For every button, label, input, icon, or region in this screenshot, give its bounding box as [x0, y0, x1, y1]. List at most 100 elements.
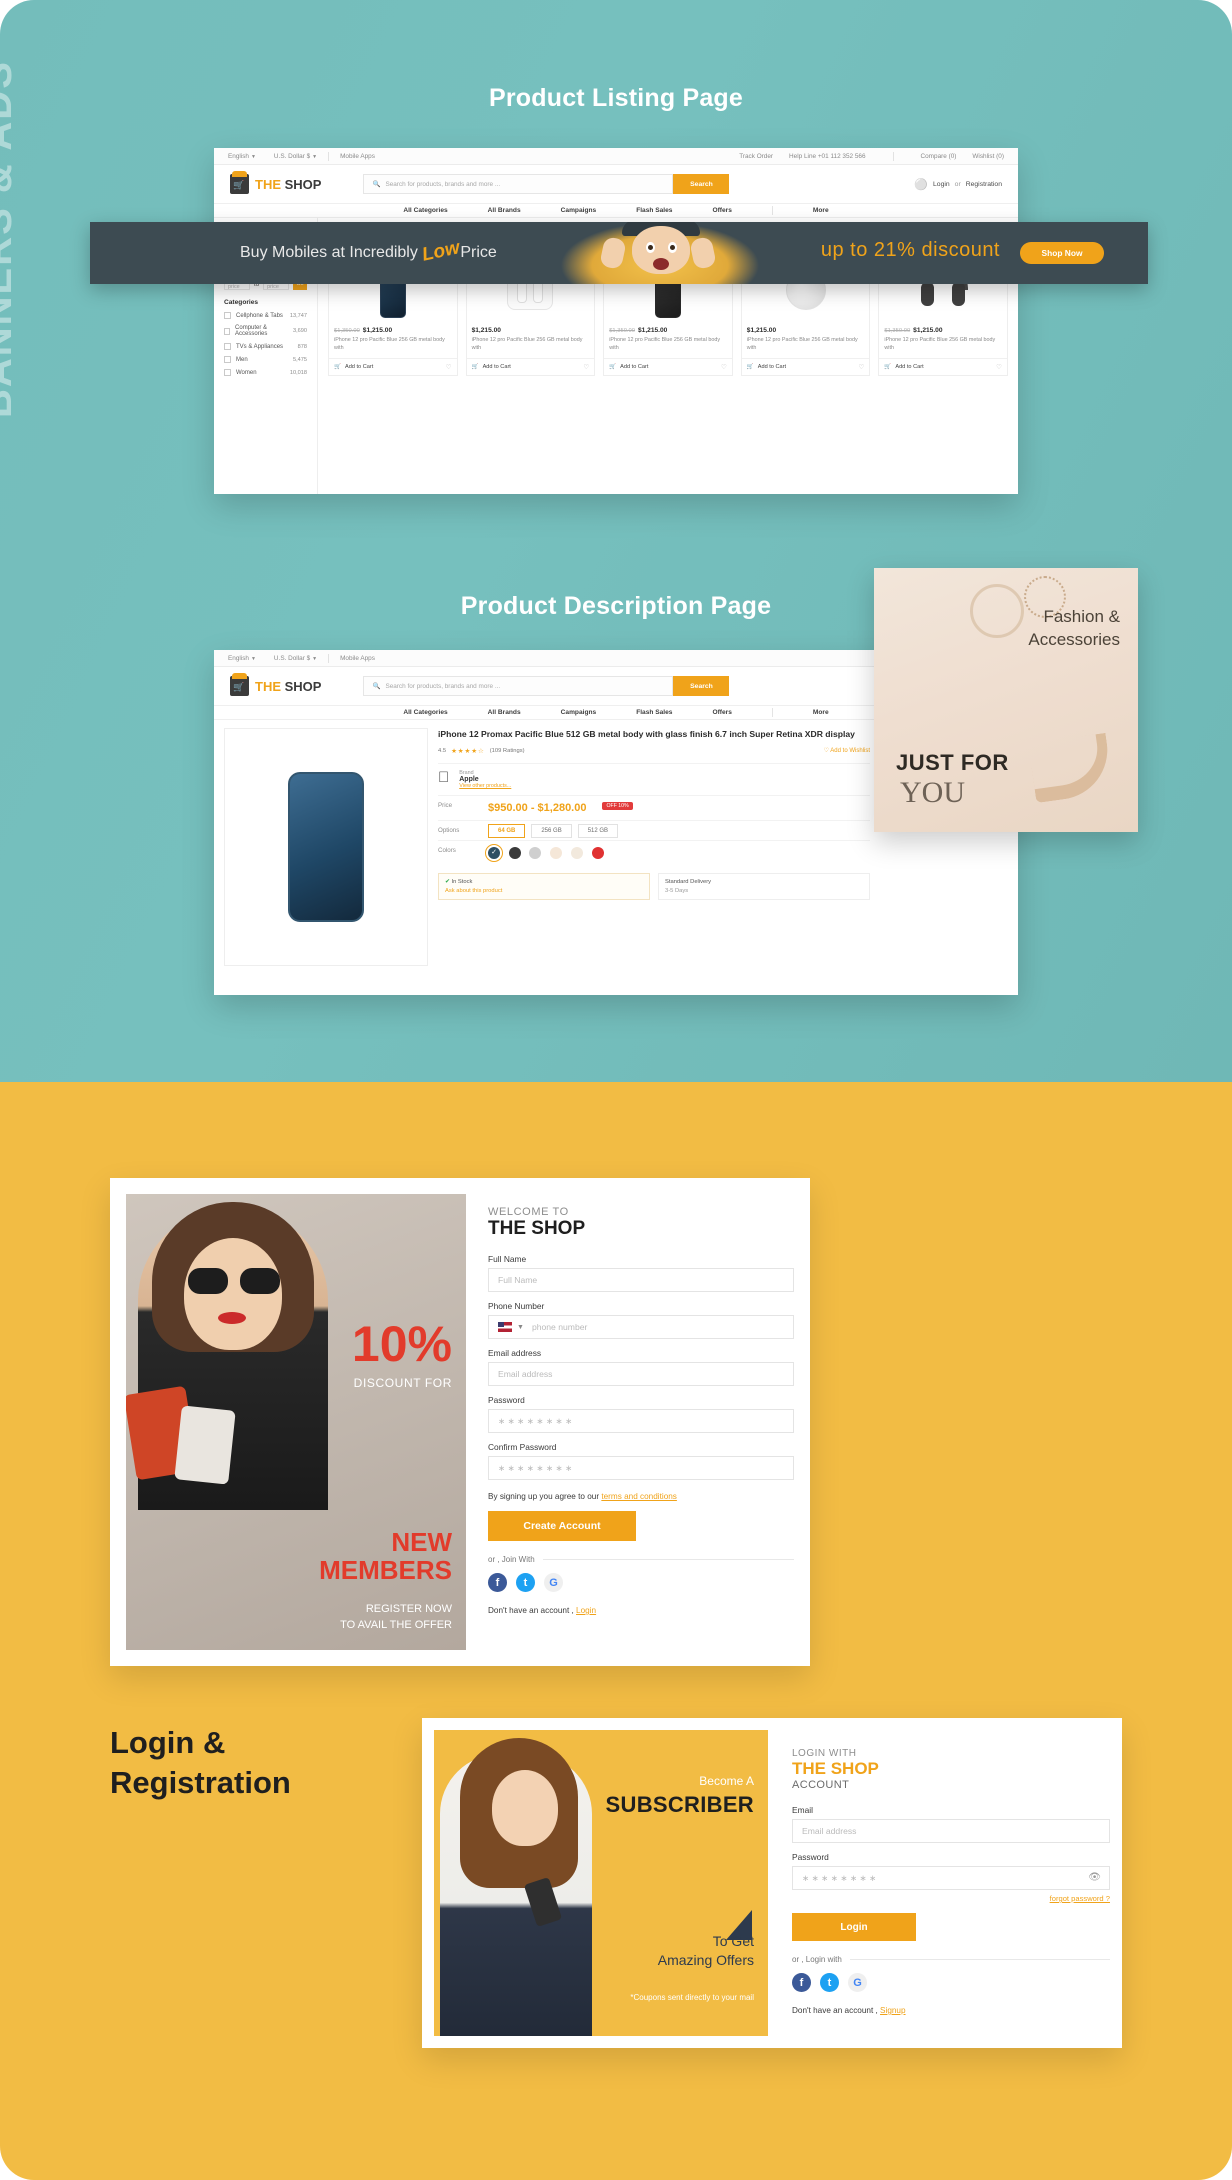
nav-offers[interactable]: Offers — [712, 709, 731, 716]
promo-banner[interactable]: Buy Mobiles at Incredibly LowPrice up to… — [90, 222, 1148, 284]
wishlist-link[interactable]: Wishlist (0) — [972, 153, 1004, 160]
google-icon[interactable]: G — [544, 1573, 563, 1592]
compare-link[interactable]: Compare (0) — [921, 153, 957, 160]
checkbox-icon[interactable] — [224, 356, 231, 363]
checkbox-icon[interactable] — [224, 369, 231, 376]
mobile-apps-link[interactable]: Mobile Apps — [340, 655, 375, 662]
checkbox-icon[interactable] — [224, 343, 231, 350]
plp-nav-row: All Categories All Brands Campaigns Flas… — [214, 203, 1018, 218]
nav-all-categories[interactable]: All Categories — [403, 207, 447, 214]
add-to-cart-button[interactable]: Add to Cart — [345, 364, 373, 370]
color-swatch[interactable] — [570, 846, 583, 859]
search-input[interactable]: 🔍 Search for products, brands and more .… — [363, 676, 674, 696]
nav-all-categories[interactable]: All Categories — [403, 709, 447, 716]
nav-offers[interactable]: Offers — [712, 207, 731, 214]
fashion-accessories-ad[interactable]: Fashion & Accessories JUST FOR YOU — [874, 568, 1138, 832]
nav-more[interactable]: More — [813, 207, 829, 214]
compare-icon[interactable]: ♡ — [583, 363, 589, 371]
color-swatch[interactable] — [591, 846, 604, 859]
twitter-icon[interactable]: t — [516, 1573, 535, 1592]
login-button[interactable]: Login — [792, 1913, 916, 1941]
login-social-buttons: f t G — [792, 1973, 1110, 1992]
nav-all-brands[interactable]: All Brands — [488, 709, 521, 716]
facebook-icon[interactable]: f — [792, 1973, 811, 1992]
currency-selector[interactable]: U.S. Dollar $ ▼ — [274, 153, 317, 160]
facebook-icon[interactable]: f — [488, 1573, 507, 1592]
forgot-password-link[interactable]: forgot password ? — [792, 1894, 1110, 1903]
password-input[interactable]: ∗ ∗ ∗ ∗ ∗ ∗ ∗ ∗ — [488, 1409, 794, 1433]
add-to-wishlist-link[interactable]: ♡ Add to Wishlist — [824, 747, 870, 754]
site-logo[interactable]: THE SHOP — [230, 673, 321, 696]
chevron-down-icon[interactable]: ▼ — [517, 1324, 524, 1331]
shop-now-button[interactable]: Shop Now — [1020, 242, 1104, 264]
create-account-button[interactable]: Create Account — [488, 1511, 636, 1541]
color-swatch[interactable] — [550, 846, 563, 859]
search-button[interactable]: Search — [673, 676, 730, 696]
google-icon[interactable]: G — [848, 1973, 867, 1992]
compare-icon[interactable]: ♡ — [859, 363, 865, 371]
promo-eye-left — [646, 242, 655, 253]
login-link[interactable]: Login — [576, 1606, 596, 1615]
cart-icon: 🛒 — [746, 363, 754, 370]
nav-all-brands[interactable]: All Brands — [488, 207, 521, 214]
nav-campaigns[interactable]: Campaigns — [561, 207, 597, 214]
compare-icon[interactable]: ♡ — [721, 363, 727, 371]
color-swatch[interactable] — [508, 846, 521, 859]
compare-icon[interactable]: ♡ — [446, 363, 452, 371]
full-name-input[interactable]: Full Name — [488, 1268, 794, 1292]
add-to-cart-button[interactable]: Add to Cart — [758, 364, 786, 370]
search-button[interactable]: Search — [673, 174, 730, 194]
confirm-password-input[interactable]: ∗ ∗ ∗ ∗ ∗ ∗ ∗ ∗ — [488, 1456, 794, 1480]
or-login-with-divider: or , Login with — [792, 1955, 1110, 1964]
compare-icon[interactable]: ♡ — [996, 363, 1002, 371]
login-link[interactable]: Login — [933, 181, 950, 188]
phone-number-input[interactable]: ▼ phone number — [488, 1315, 794, 1339]
color-swatch-selected[interactable]: ✓ — [485, 843, 503, 862]
registration-link[interactable]: Registration — [966, 181, 1002, 188]
category-row[interactable]: Computer & Accessories 3,690 — [224, 325, 307, 337]
logo-the: THE — [255, 176, 281, 192]
currency-selector[interactable]: U.S. Dollar $ ▼ — [274, 655, 317, 662]
nav-more[interactable]: More — [813, 709, 829, 716]
terms-and-conditions-link[interactable]: terms and conditions — [601, 1492, 677, 1501]
search-input[interactable]: 🔍 Search for products, brands and more .… — [363, 174, 674, 194]
nav-campaigns[interactable]: Campaigns — [561, 709, 597, 716]
login-email-input[interactable]: Email address — [792, 1819, 1110, 1843]
registration-card: 10% DISCOUNT FOR NEW MEMBERS REGISTER NO… — [110, 1178, 810, 1666]
signup-link[interactable]: Signup — [880, 2006, 906, 2015]
add-to-cart-button[interactable]: Add to Cart — [483, 364, 511, 370]
delivery-card: Standard Delivery 3-5 Days — [658, 872, 870, 900]
option-64gb[interactable]: 64 GB — [488, 823, 526, 838]
email-input[interactable]: Email address — [488, 1362, 794, 1386]
track-order-link[interactable]: Track Order — [739, 153, 773, 160]
view-other-products-link[interactable]: View other products... — [459, 783, 511, 789]
checkbox-icon[interactable] — [224, 312, 231, 319]
checkbox-icon[interactable] — [224, 327, 231, 335]
search-placeholder: Search for products, brands and more ... — [385, 180, 501, 188]
option-512gb[interactable]: 512 GB — [577, 823, 619, 838]
add-to-cart-button[interactable]: Add to Cart — [620, 364, 648, 370]
color-swatch[interactable] — [529, 846, 542, 859]
category-row[interactable]: TVs & Appliances 878 — [224, 343, 307, 350]
login-password-input[interactable]: ∗ ∗ ∗ ∗ ∗ ∗ ∗ ∗ — [792, 1866, 1110, 1890]
ask-about-product-link[interactable]: Ask about this product — [445, 888, 643, 894]
category-row[interactable]: Women 10,018 — [224, 369, 307, 376]
eye-off-icon[interactable]: 👁 — [1088, 1872, 1101, 1883]
plp-header-row: THE SHOP 🔍 Search for products, brands a… — [214, 165, 1018, 203]
mobile-apps-link[interactable]: Mobile Apps — [340, 153, 375, 160]
twitter-icon[interactable]: t — [820, 1973, 839, 1992]
product-price: $1,215.00 — [471, 327, 501, 334]
category-row[interactable]: Cellphone & Tabs 13,747 — [224, 312, 307, 319]
language-selector[interactable]: English ▼ — [228, 655, 256, 662]
nav-flash-sales[interactable]: Flash Sales — [636, 207, 672, 214]
category-label: Cellphone & Tabs — [236, 312, 283, 319]
language-selector[interactable]: English ▼ — [228, 153, 256, 160]
nav-flash-sales[interactable]: Flash Sales — [636, 709, 672, 716]
discount-percent: 10% — [351, 1316, 452, 1372]
option-256gb[interactable]: 256 GB — [531, 823, 572, 838]
product-gallery[interactable] — [224, 728, 428, 966]
promo-line: Buy Mobiles at Incredibly — [240, 244, 418, 261]
category-row[interactable]: Men 5,475 — [224, 356, 307, 363]
site-logo[interactable]: THE SHOP — [230, 171, 321, 194]
add-to-cart-button[interactable]: Add to Cart — [895, 364, 923, 370]
